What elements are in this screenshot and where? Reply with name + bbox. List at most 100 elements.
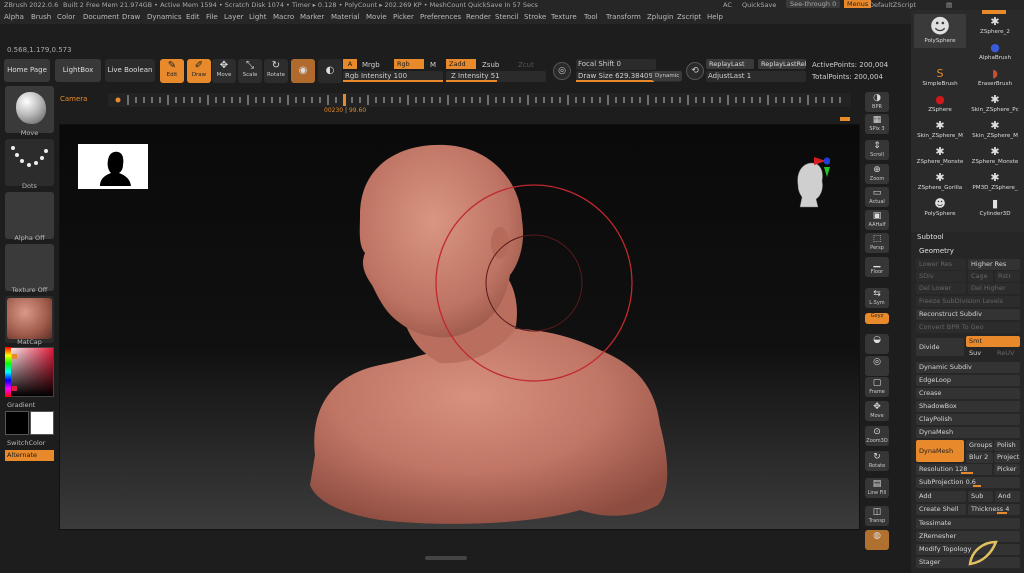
view-gxyz-button[interactable]: Gxyz <box>865 313 889 324</box>
mrgb-toggle[interactable]: Mrgb <box>362 61 380 69</box>
menu-item-file[interactable]: File <box>206 13 218 21</box>
alpha-thumbnail[interactable] <box>5 192 54 239</box>
tool-thumb-8[interactable]: ✱ Skin_ZSphere_M <box>914 118 966 142</box>
menu-item-macro[interactable]: Macro <box>273 13 294 21</box>
menu-item-movie[interactable]: Movie <box>366 13 387 21</box>
see-through-slider[interactable]: See-through 0 <box>786 0 841 8</box>
subprojection-knob[interactable] <box>973 485 981 487</box>
timeline-track[interactable] <box>108 93 851 107</box>
tessimate-button[interactable]: Tessimate <box>916 518 1020 529</box>
default-zscript-button[interactable]: DefaultZScript <box>869 1 916 9</box>
view-move-button[interactable]: ✥ Move <box>865 401 889 421</box>
menu-item-material[interactable]: Material <box>331 13 359 21</box>
menu-item-layer[interactable]: Layer <box>224 13 244 21</box>
menu-item-texture[interactable]: Texture <box>551 13 577 21</box>
crease-button[interactable]: Crease <box>916 388 1020 399</box>
replay-icon[interactable]: ⟲ <box>686 62 704 80</box>
tool-thumb-14[interactable]: ☻ PolySphere <box>914 196 966 220</box>
shadowbox-button[interactable]: ShadowBox <box>916 401 1020 412</box>
menu-item-tool[interactable]: Tool <box>584 13 598 21</box>
picker-button[interactable]: Picker <box>994 464 1020 475</box>
thickness-knob[interactable] <box>997 512 1007 514</box>
menu-item-alpha[interactable]: Alpha <box>4 13 24 21</box>
rgb-intensity-slider[interactable]: Rgb Intensity 100 <box>343 71 443 82</box>
secondary-color-swatch[interactable] <box>12 386 17 391</box>
view-actual-button[interactable]: ▭ Actual <box>865 187 889 207</box>
secondary-white-swatch[interactable] <box>30 411 54 435</box>
tool-thumb-11[interactable]: ✱ ZSphere_Monste <box>969 144 1021 168</box>
main-color-swatch[interactable] <box>12 354 17 359</box>
add-button[interactable]: Add <box>916 491 966 502</box>
del-higher-button[interactable]: Del Higher <box>968 283 1020 294</box>
reuv-button[interactable]: ReUV <box>994 348 1020 359</box>
menu-item-help[interactable]: Help <box>707 13 723 21</box>
menu-item-edit[interactable]: Edit <box>186 13 200 21</box>
menu-item-dynamics[interactable]: Dynamics <box>147 13 182 21</box>
menu-item-light[interactable]: Light <box>249 13 266 21</box>
view-spix-3-button[interactable]: ▦ SPix 3 <box>865 114 889 134</box>
primary-color-swatch[interactable] <box>5 411 29 435</box>
convert-bpr-button[interactable]: Convert BPR To Geo <box>916 322 1020 333</box>
dynamic-toggle[interactable]: Dynamic <box>652 71 683 81</box>
reconstruct-subdiv-button[interactable]: Reconstruct Subdiv <box>916 309 1020 320</box>
tool-thumb-12[interactable]: ✱ ZSphere_Gorilla <box>914 170 966 194</box>
smt-toggle[interactable]: Smt <box>966 336 1020 347</box>
view-persp-button[interactable]: ⬚ Persp <box>865 233 889 253</box>
view-bpr-button[interactable]: ◑ BPR <box>865 92 889 112</box>
rstr-button[interactable]: Rstr <box>995 271 1020 282</box>
view-zoom3d-button[interactable]: ⊙ Zoom3D <box>865 426 889 446</box>
del-lower-button[interactable]: Del Lower <box>916 283 966 294</box>
view-extra-10-button[interactable]: ◒ <box>865 334 889 354</box>
tool-thumb-2[interactable] <box>914 40 966 64</box>
adjust-last-slider[interactable]: AdjustLast 1 <box>706 71 806 82</box>
tool-scale-button[interactable]: ⤡ Scale <box>238 59 262 83</box>
cage-button[interactable]: Cage <box>968 271 993 282</box>
polish-toggle[interactable]: Polish <box>994 440 1020 451</box>
menu-item-zscript[interactable]: Zscript <box>677 13 701 21</box>
menu-item-transform[interactable]: Transform <box>606 13 641 21</box>
view-extra-11-button[interactable]: ◎ <box>865 356 889 376</box>
material-thumbnail[interactable] <box>5 296 54 343</box>
sculpt-mode-icon[interactable]: ◉ <box>291 59 315 83</box>
claypolish-button[interactable]: ClayPolish <box>916 414 1020 425</box>
bust-model[interactable] <box>60 125 860 530</box>
tool-thumb-15[interactable]: ▮ Cylinder3D <box>969 196 1021 220</box>
menu-item-stroke[interactable]: Stroke <box>524 13 546 21</box>
tool-thumb-7[interactable]: ✱ Skin_ZSphere_Pc <box>969 92 1021 116</box>
view-line-fill-button[interactable]: ▤ Line Fill <box>865 478 889 498</box>
menu-item-zplugin[interactable]: Zplugin <box>647 13 673 21</box>
orientation-head-icon[interactable] <box>790 155 831 211</box>
brush-thumbnail[interactable] <box>5 86 54 133</box>
home-page-button[interactable]: Home Page <box>4 59 50 82</box>
switch-color-button[interactable]: SwitchColor <box>5 439 54 447</box>
menu-item-document[interactable]: Document <box>83 13 119 21</box>
navigation-thumbnail[interactable] <box>78 144 148 189</box>
dynamic-subdiv-button[interactable]: Dynamic Subdiv <box>916 362 1020 373</box>
menu-item-brush[interactable]: Brush <box>31 13 51 21</box>
resolution-slider[interactable]: Resolution 128 <box>916 464 992 475</box>
menu-item-render[interactable]: Render <box>466 13 491 21</box>
a-toggle[interactable]: A <box>343 59 357 69</box>
focal-shift-slider[interactable]: Focal Shift 0 <box>576 59 656 70</box>
tool-rotate-button[interactable]: ↻ Rotate <box>264 59 288 83</box>
view-extra-18-button[interactable]: ◍ <box>865 530 889 550</box>
zsub-toggle[interactable]: Zsub <box>482 61 499 69</box>
view-rotate-button[interactable]: ↻ Rotate <box>865 451 889 471</box>
bottom-tray-handle[interactable] <box>425 556 467 560</box>
and-button[interactable]: And <box>995 491 1020 502</box>
project-toggle[interactable]: Project <box>994 452 1020 463</box>
tool-thumb-4[interactable]: S SimpleBrush <box>914 66 966 90</box>
view-l-sym-button[interactable]: ⇆ L.Sym <box>865 288 889 308</box>
tool-thumb-5[interactable]: ◗ EraserBrush <box>969 66 1021 90</box>
view-transp-button[interactable]: ◫ Transp <box>865 506 889 526</box>
suv-toggle[interactable]: Suv <box>966 348 993 359</box>
menu-item-draw[interactable]: Draw <box>122 13 140 21</box>
alternate-toggle[interactable]: Alternate <box>5 450 54 461</box>
palette-slider[interactable] <box>982 10 1006 14</box>
resolution-knob[interactable] <box>961 472 973 474</box>
live-boolean-button[interactable]: Live Boolean <box>105 59 155 82</box>
focal-curve-icon[interactable]: ◎ <box>553 62 571 80</box>
menu-item-picker[interactable]: Picker <box>393 13 414 21</box>
sdiv-slider[interactable]: SDiv <box>916 271 966 282</box>
view-scroll-button[interactable]: ⇕ Scroll <box>865 140 889 160</box>
